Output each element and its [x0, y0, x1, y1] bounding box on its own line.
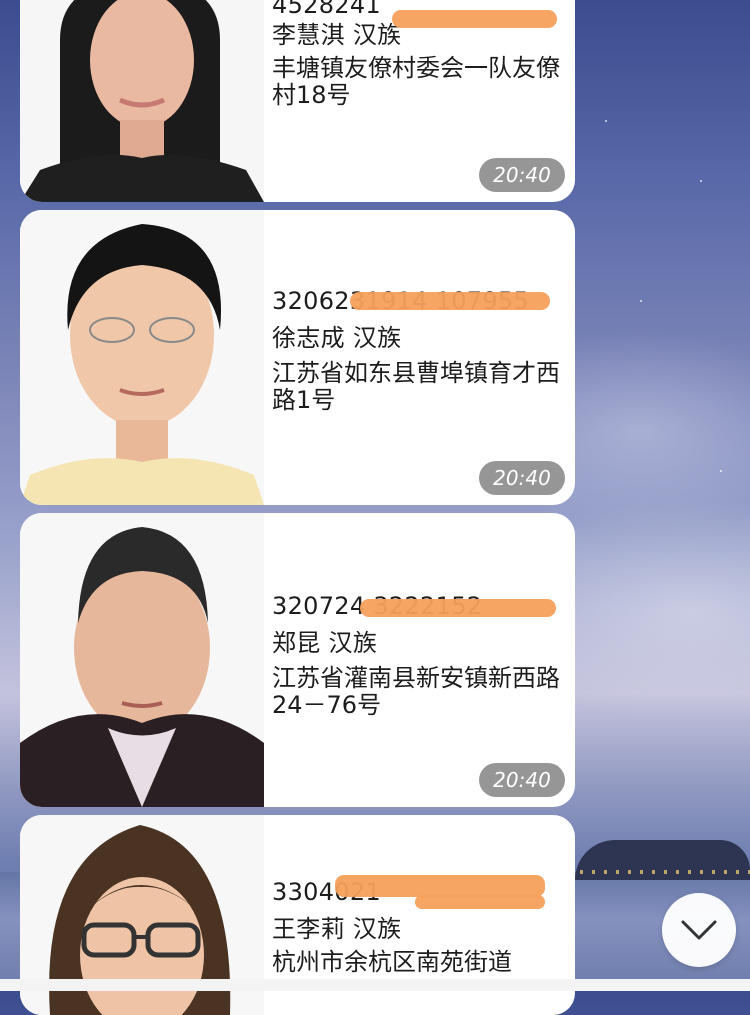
address-text: 江苏省灌南县新安镇新西路24－76号 [272, 664, 560, 719]
star [605, 120, 607, 122]
address-text: 江苏省如东县曹埠镇育才西路1号 [272, 359, 560, 414]
wallpaper-lights [580, 870, 750, 874]
message-time: 20:40 [479, 461, 565, 495]
star [720, 470, 722, 472]
redaction-mark [360, 599, 556, 617]
message-time: 20:40 [479, 763, 565, 797]
redaction-mark [392, 10, 557, 28]
name-ethnicity-text: 王李莉 汉族 [272, 915, 402, 943]
redaction-mark [415, 895, 545, 909]
chevron-down-icon [681, 920, 717, 940]
name-ethnicity-text: 徐志成 汉族 [272, 324, 402, 352]
star [700, 180, 702, 182]
star [640, 300, 642, 302]
address-text: 丰塘镇友僚村委会一队友僚村18号 [272, 54, 560, 109]
photo-thumbnail[interactable] [20, 513, 264, 807]
scroll-to-bottom-button[interactable] [662, 893, 736, 967]
bottom-bar [0, 979, 750, 991]
redaction-mark [335, 875, 545, 897]
photo-thumbnail[interactable] [20, 210, 264, 505]
message-bubble[interactable]: 3206231914 107955 徐志成 汉族 江苏省如东县曹埠镇育才西路1号… [20, 210, 575, 505]
portrait-image [20, 513, 264, 807]
portrait-image [20, 0, 264, 202]
message-time: 20:40 [479, 158, 565, 192]
photo-thumbnail[interactable] [20, 0, 264, 202]
wallpaper-hills [575, 840, 750, 880]
name-ethnicity-text: 郑昆 汉族 [272, 629, 378, 657]
message-bubble[interactable]: 4528241 李慧淇 汉族 丰塘镇友僚村委会一队友僚村18号 20:40 [20, 0, 575, 202]
portrait-image [20, 210, 264, 505]
redaction-mark [350, 292, 550, 310]
address-text: 杭州市余杭区南苑街道 [272, 948, 512, 976]
message-bubble[interactable]: 320724 3222152 郑昆 汉族 江苏省灌南县新安镇新西路24－76号 … [20, 513, 575, 807]
